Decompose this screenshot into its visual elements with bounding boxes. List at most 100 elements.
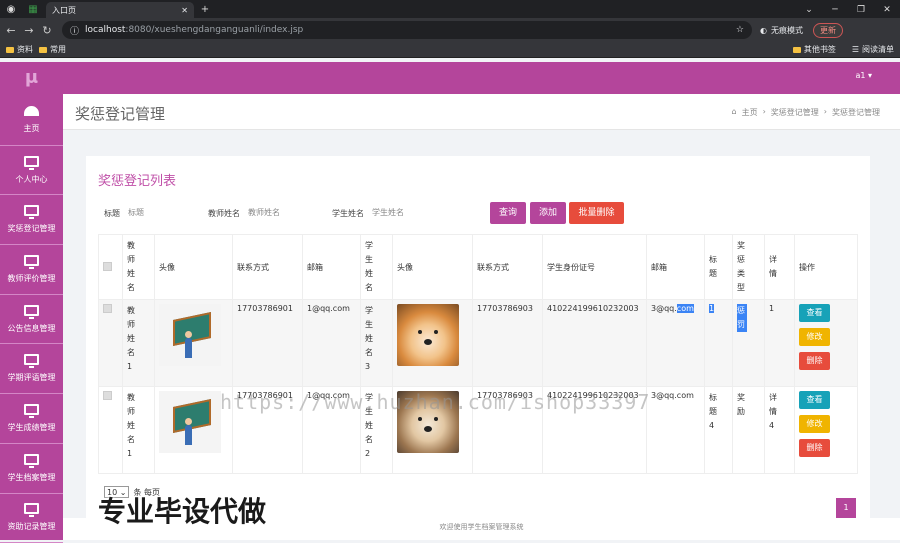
col-header: 联系方式 — [473, 235, 543, 300]
title-label: 标题 — [104, 208, 120, 219]
edit-button[interactable]: 修改 — [799, 415, 830, 433]
forward-icon[interactable]: → — [22, 24, 36, 37]
delete-button[interactable]: 删除 — [799, 439, 830, 457]
other-bookmarks-label: 其他书签 — [804, 44, 836, 55]
sidebar-item-home[interactable]: 主页 — [0, 96, 63, 146]
restore-icon[interactable]: ❐ — [848, 2, 874, 18]
sidebar-item-archives[interactable]: 学生档案管理 — [0, 444, 63, 494]
cell: 1 — [705, 300, 733, 387]
row-checkbox[interactable] — [103, 304, 112, 313]
cell: 1@qq.com — [303, 300, 361, 387]
ops-cell: 查看 修改 删除 — [795, 300, 858, 387]
breadcrumb-home[interactable]: 主页 — [742, 107, 758, 118]
cell: 1 — [765, 300, 795, 387]
breadcrumb-separator: › — [763, 107, 766, 118]
cell: 标题4 — [705, 387, 733, 474]
edit-button[interactable]: 修改 — [799, 328, 830, 346]
user-menu[interactable]: a1 ▾ — [855, 71, 872, 80]
window-close-icon[interactable]: ✕ — [874, 2, 900, 18]
teacher-label: 教师姓名 — [208, 208, 240, 219]
sidebar-item-notices[interactable]: 公告信息管理 — [0, 295, 63, 345]
eye-shape — [434, 330, 438, 334]
query-button[interactable]: 查询 — [490, 202, 526, 224]
sidebar-item-label: 学生档案管理 — [8, 472, 56, 483]
teacher-body-shape — [185, 425, 192, 445]
monitor-icon — [24, 354, 39, 365]
delete-button[interactable]: 删除 — [799, 352, 830, 370]
filter-bar: 标题 标题 教师姓名 教师姓名 学生姓名 学生姓名 — [104, 202, 448, 224]
col-type: 奖惩类型 — [737, 239, 747, 295]
bookmark-folder-2[interactable]: 常用 — [39, 44, 66, 55]
bookmark-folder-1[interactable]: 资料 — [6, 44, 33, 55]
sidebar: μ 主页 个人中心 奖惩登记管理 教师评价管理 公告信息管理 学期评语管理 学生… — [0, 62, 63, 540]
cell — [393, 300, 473, 387]
tab-search-icon[interactable]: ⌄ — [796, 2, 822, 18]
teacher-body-shape — [185, 338, 192, 358]
add-button[interactable]: 添加 — [530, 202, 566, 224]
col-header: 头像 — [393, 235, 473, 300]
cell: 教师姓名1 — [123, 300, 155, 387]
minimize-icon[interactable]: ─ — [822, 2, 848, 18]
student-name: 学生姓名3 — [365, 304, 375, 374]
sidebar-item-rewards[interactable]: 奖惩登记管理 — [0, 195, 63, 245]
spreadsheet-tab-icon[interactable]: ▦ — [25, 1, 41, 17]
col-header: 邮箱 — [303, 235, 361, 300]
page-title: 奖惩登记管理 — [75, 103, 165, 124]
bookmark-label: 常用 — [50, 44, 66, 55]
batch-delete-button[interactable]: 批量删除 — [569, 202, 624, 224]
sidebar-item-grades[interactable]: 学生成绩管理 — [0, 394, 63, 444]
col-header: 邮箱 — [647, 235, 705, 300]
star-icon[interactable]: ☆ — [736, 25, 744, 35]
breadcrumb-current: 奖惩登记管理 — [832, 107, 880, 118]
col-student-name: 学生姓名 — [365, 239, 375, 295]
col-header: 教师姓名 — [123, 235, 155, 300]
sidebar-item-comments[interactable]: 学期评语管理 — [0, 344, 63, 394]
monitor-icon — [24, 255, 39, 266]
reading-list-icon: ☰ — [852, 45, 859, 54]
sidebar-item-profile[interactable]: 个人中心 — [0, 146, 63, 196]
sidebar-item-label: 个人中心 — [16, 174, 48, 185]
url-field[interactable]: ⓘlocalhost:8080/xueshengdanganguanli/ind… — [62, 21, 752, 39]
monitor-icon — [24, 454, 39, 465]
ops-cell: 查看 修改 删除 — [795, 387, 858, 474]
cell: 惩罚 — [733, 300, 765, 387]
monitor-icon — [24, 305, 39, 316]
student-input[interactable]: 学生姓名 — [372, 205, 440, 221]
tab-close-icon[interactable]: ✕ — [181, 6, 188, 15]
cell: 17703786903 — [473, 300, 543, 387]
other-bookmarks[interactable]: 其他书签 — [793, 44, 836, 55]
cell: 3@qq.com — [647, 387, 705, 474]
sidebar-item-label: 奖惩登记管理 — [8, 223, 56, 234]
page-number-1[interactable]: 1 — [836, 498, 856, 518]
cell: 详情4 — [765, 387, 795, 474]
active-tab[interactable]: 入口页✕ — [46, 2, 194, 18]
update-button[interactable]: 更新 — [813, 23, 843, 38]
cell: 教师姓名1 — [123, 387, 155, 474]
cell: 410224199610232003 — [543, 300, 647, 387]
bookmark-label: 资料 — [17, 44, 33, 55]
incognito-badge[interactable]: ◐无痕模式 — [760, 25, 803, 36]
breadcrumb-section[interactable]: 奖惩登记管理 — [771, 107, 819, 118]
new-tab-icon[interactable]: + — [197, 1, 213, 17]
view-button[interactable]: 查看 — [799, 391, 830, 409]
monitor-icon — [24, 404, 39, 415]
select-all-checkbox[interactable] — [103, 262, 112, 271]
header-checkbox-cell — [99, 235, 123, 300]
view-button[interactable]: 查看 — [799, 304, 830, 322]
reload-icon[interactable]: ↻ — [40, 24, 54, 37]
record-type: 奖励 — [737, 391, 747, 419]
sidebar-item-teacher-eval[interactable]: 教师评价管理 — [0, 245, 63, 295]
cell: 17703786901 — [233, 300, 303, 387]
reading-list[interactable]: ☰阅读清单 — [852, 44, 894, 55]
sidebar-item-funding[interactable]: 资助记录管理 — [0, 494, 63, 543]
breadcrumb-separator: › — [824, 107, 827, 118]
teacher-input[interactable]: 教师姓名 — [248, 205, 316, 221]
browser-menu-icon[interactable]: ◉ — [3, 1, 19, 17]
back-icon[interactable]: ← — [4, 24, 18, 37]
title-input[interactable]: 标题 — [128, 205, 200, 221]
teacher-avatar — [159, 391, 221, 453]
monitor-icon — [24, 205, 39, 216]
row-checkbox[interactable] — [103, 391, 112, 400]
table-header-row: 教师姓名 头像 联系方式 邮箱 学生姓名 头像 联系方式 学生身份证号 邮箱 标… — [99, 235, 858, 300]
col-header: 详情 — [765, 235, 795, 300]
